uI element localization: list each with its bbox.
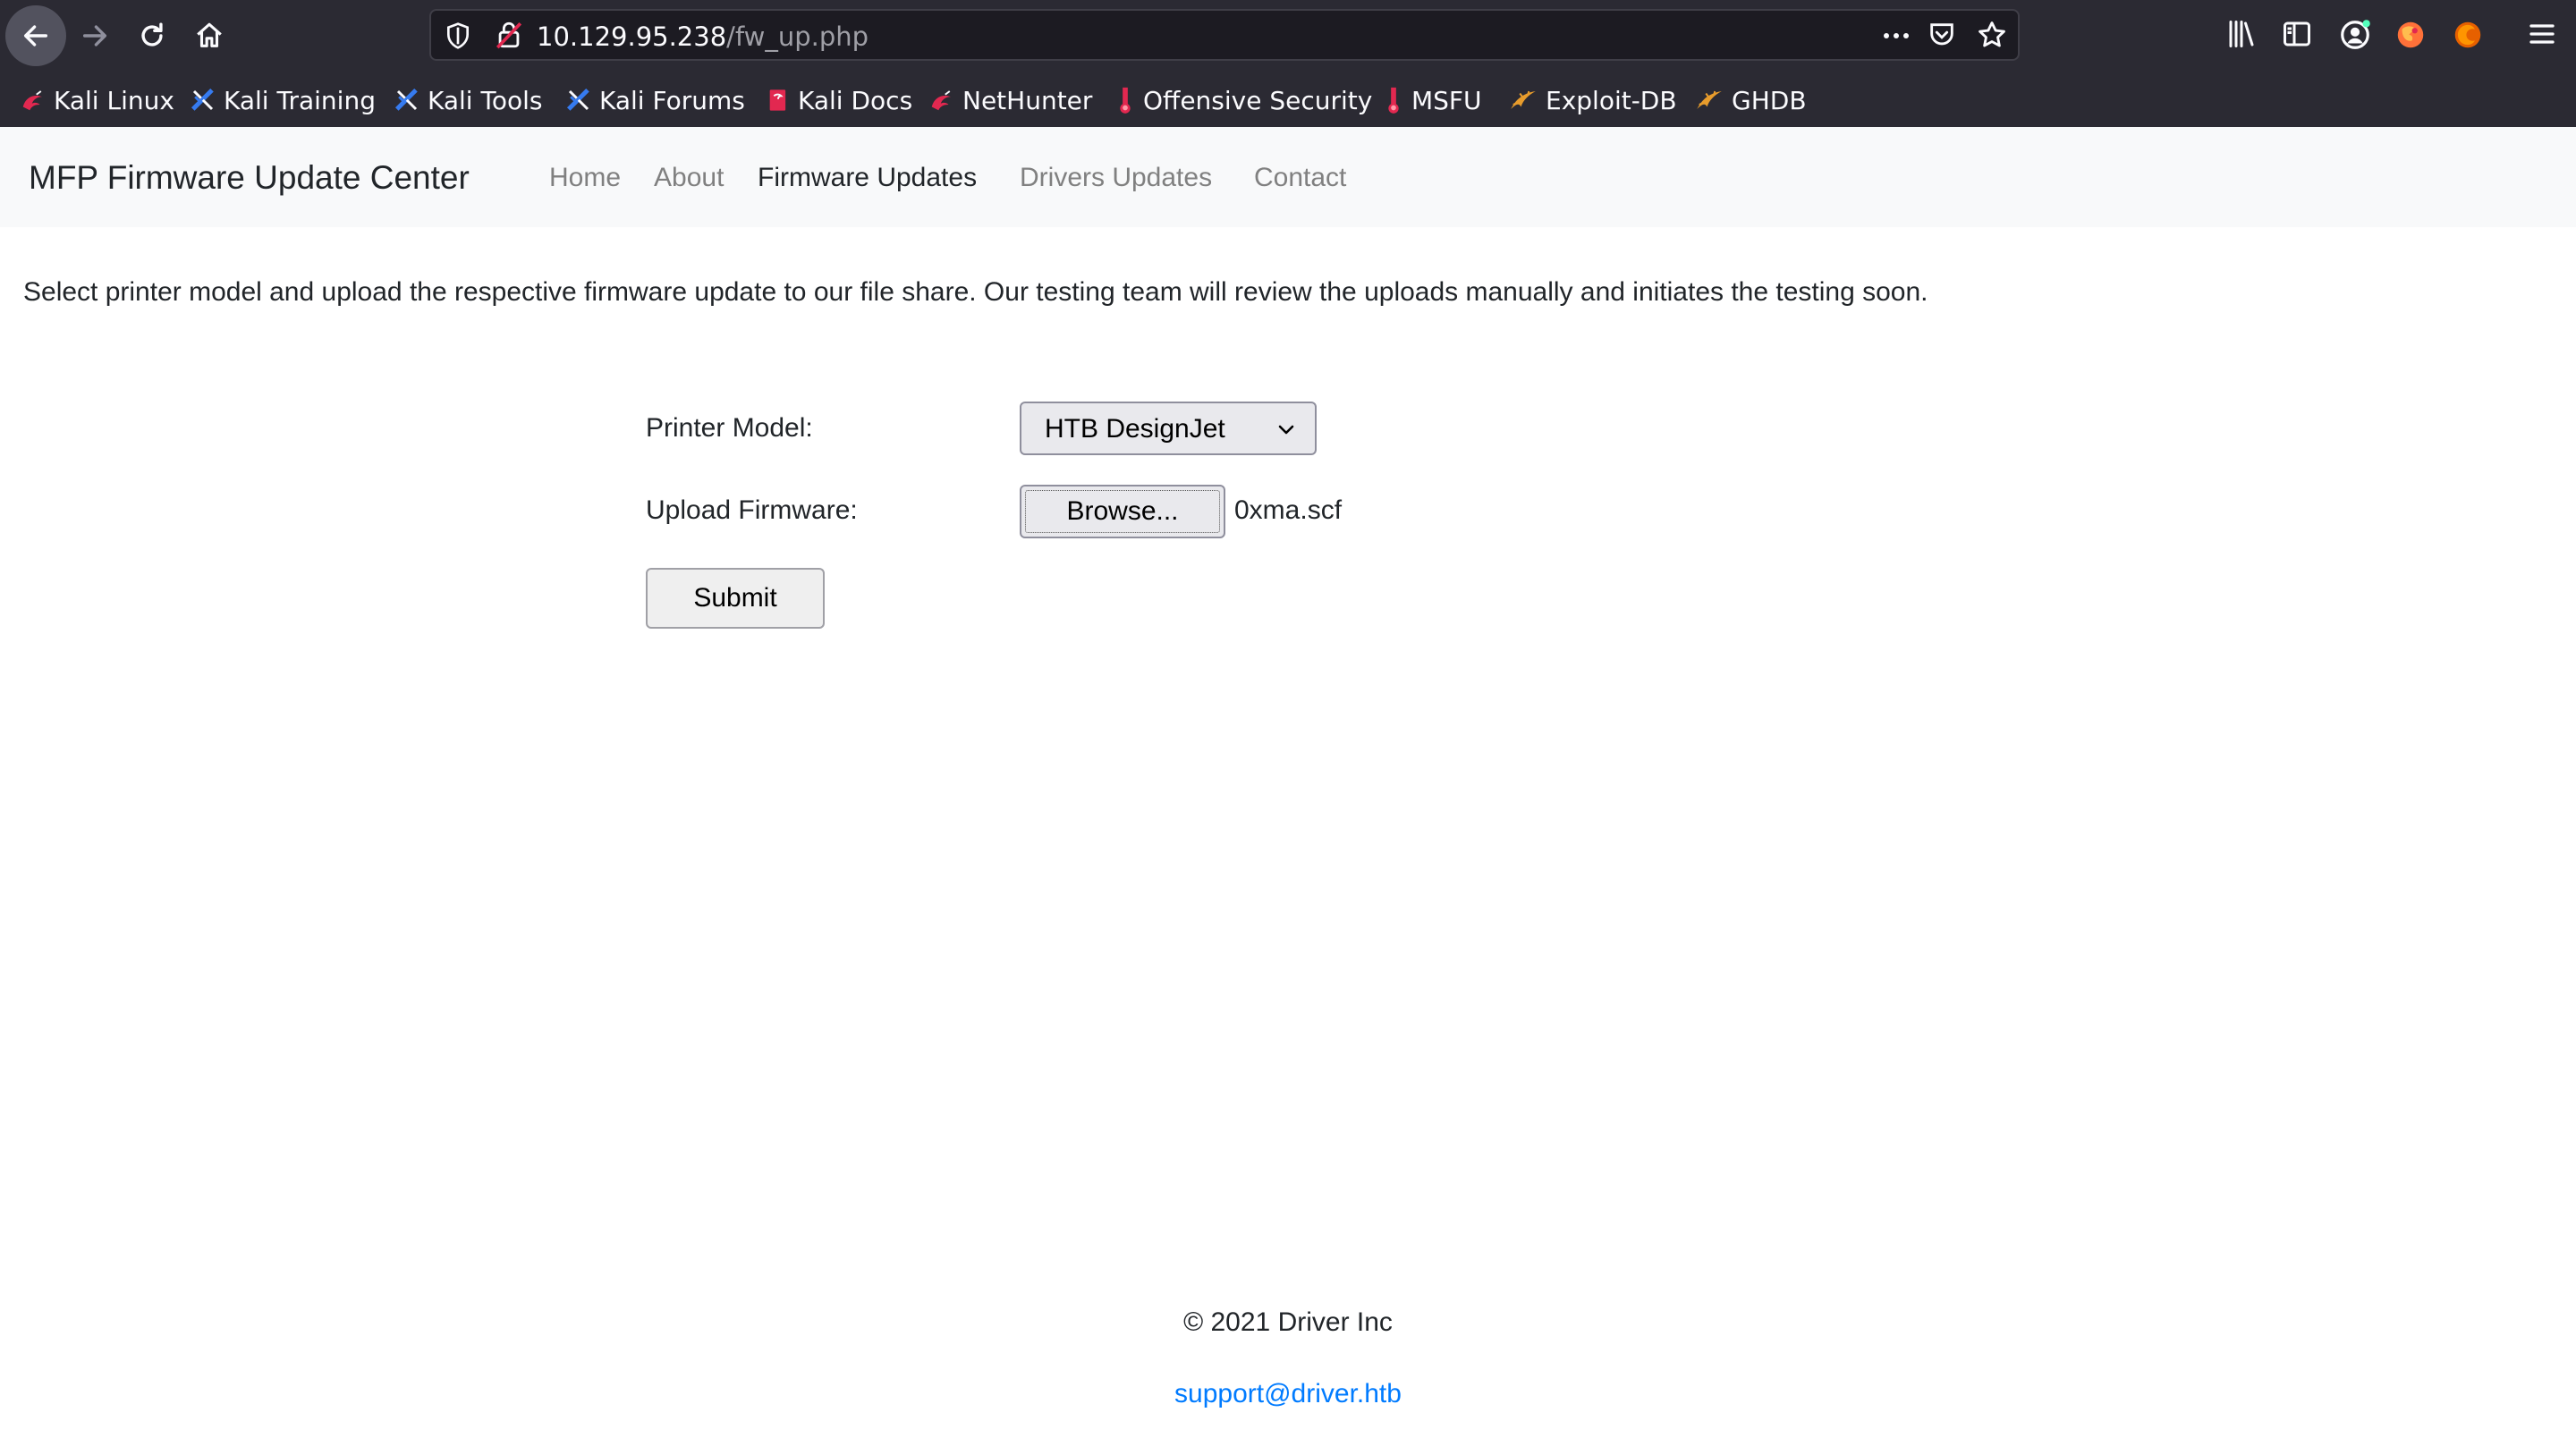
- selected-file-name: 0xma.scf: [1234, 495, 1343, 525]
- arrow-left-icon: [23, 25, 48, 47]
- library-icon[interactable]: [2225, 18, 2258, 50]
- back-button[interactable]: [5, 5, 66, 66]
- bookmarks-toolbar: Kali Linux Kali Training Kali Tools Kali…: [0, 77, 2576, 123]
- bookmark-label: Kali Linux: [54, 85, 174, 115]
- bookmark-label: Offensive Security: [1143, 85, 1373, 115]
- support-email-link: support@driver.htb: [0, 1379, 2576, 1409]
- arrow-right-icon: [82, 25, 107, 47]
- kali-dragon-icon: [22, 90, 42, 111]
- extension-icon[interactable]: [2451, 18, 2485, 52]
- bookmark-kali-forums[interactable]: Kali Forums: [565, 82, 745, 118]
- kali-forums-icon: [566, 88, 589, 111]
- kali-docs-icon: [769, 89, 786, 111]
- bookmark-label: Kali Forums: [599, 85, 745, 115]
- printer-model-select[interactable]: HTB DesignJet: [1020, 402, 1317, 455]
- support-email-text[interactable]: support@driver.htb: [1174, 1379, 1402, 1408]
- url-text[interactable]: 10.129.95.238/fw_up.php: [537, 21, 869, 52]
- reload-button[interactable]: [122, 5, 182, 66]
- bookmark-nethunter[interactable]: NetHunter: [928, 82, 1092, 118]
- bookmark-label: Kali Training: [224, 85, 376, 115]
- menu-icon[interactable]: [2526, 18, 2558, 50]
- bookmark-label: Kali Docs: [798, 85, 913, 115]
- url-path: /fw_up.php: [726, 21, 869, 52]
- nethunter-icon: [931, 90, 951, 111]
- insecure-lock-icon: [496, 21, 522, 49]
- web-page: MFP Firmware Update Center Home About Fi…: [0, 127, 2576, 1438]
- bookmark-star-icon[interactable]: [1977, 20, 2007, 50]
- bookmark-label: GHDB: [1732, 85, 1807, 115]
- browse-button-label: Browse...: [1025, 490, 1220, 533]
- bookmark-kali-training[interactable]: Kali Training: [190, 82, 376, 118]
- bookmark-label: MSFU: [1411, 85, 1482, 115]
- firefox-extension-icon[interactable]: [2394, 18, 2428, 52]
- site-brand[interactable]: MFP Firmware Update Center: [29, 159, 470, 197]
- bookmark-offensive-security[interactable]: Offensive Security: [1114, 82, 1372, 118]
- intro-text: Select printer model and upload the resp…: [23, 277, 1928, 307]
- site-navbar: MFP Firmware Update Center Home About Fi…: [0, 127, 2576, 227]
- chevron-down-icon: [1278, 425, 1294, 435]
- url-bar[interactable]: 10.129.95.238/fw_up.php: [429, 9, 2020, 61]
- sidebar-icon[interactable]: [2281, 18, 2313, 50]
- footer-copyright: © 2021 Driver Inc: [1183, 1307, 1393, 1337]
- exploitdb-icon: [1511, 90, 1536, 109]
- more-actions-icon[interactable]: [1880, 23, 1912, 48]
- bookmark-ghdb[interactable]: GHDB: [1694, 82, 1807, 118]
- nav-link-drivers-updates[interactable]: Drivers Updates: [1020, 163, 1212, 193]
- nav-link-about[interactable]: About: [654, 163, 724, 193]
- bookmark-label: NetHunter: [962, 85, 1093, 115]
- url-host: 10.129.95.238: [537, 21, 727, 52]
- bookmark-kali-linux[interactable]: Kali Linux: [20, 82, 174, 118]
- bookmark-exploit-db[interactable]: Exploit-DB: [1508, 82, 1677, 118]
- bookmark-label: Kali Tools: [428, 85, 543, 115]
- kali-training-icon: [191, 88, 214, 111]
- printer-model-value: HTB DesignJet: [1045, 414, 1225, 444]
- browser-toolbar: 10.129.95.238/fw_up.php: [0, 0, 2576, 72]
- reload-icon: [141, 22, 163, 47]
- pocket-icon[interactable]: [1927, 20, 1957, 50]
- nav-link-firmware-updates[interactable]: Firmware Updates: [758, 163, 977, 193]
- nav-link-contact[interactable]: Contact: [1254, 163, 1346, 193]
- browser-chrome: 10.129.95.238/fw_up.php Kali Linux Kali …: [0, 0, 2576, 127]
- bookmark-kali-tools[interactable]: Kali Tools: [394, 82, 542, 118]
- bookmark-kali-docs[interactable]: Kali Docs: [766, 82, 912, 118]
- offsec-icon: [1120, 87, 1131, 114]
- upload-firmware-label: Upload Firmware:: [646, 495, 858, 525]
- bookmark-label: Exploit-DB: [1546, 85, 1677, 115]
- browse-file-button[interactable]: Browse...: [1020, 485, 1225, 538]
- msfu-icon: [1388, 87, 1399, 114]
- home-button[interactable]: [179, 5, 240, 66]
- account-icon[interactable]: [2338, 18, 2372, 52]
- submit-button[interactable]: Submit: [646, 568, 825, 629]
- bookmark-msfu[interactable]: MSFU: [1383, 82, 1482, 118]
- printer-model-label: Printer Model:: [646, 413, 813, 443]
- kali-tools-icon: [394, 88, 418, 111]
- nav-link-home[interactable]: Home: [549, 163, 621, 193]
- home-icon: [197, 22, 222, 47]
- forward-button[interactable]: [64, 5, 125, 66]
- tracking-shield-icon: [447, 22, 469, 49]
- ghdb-icon: [1697, 90, 1722, 109]
